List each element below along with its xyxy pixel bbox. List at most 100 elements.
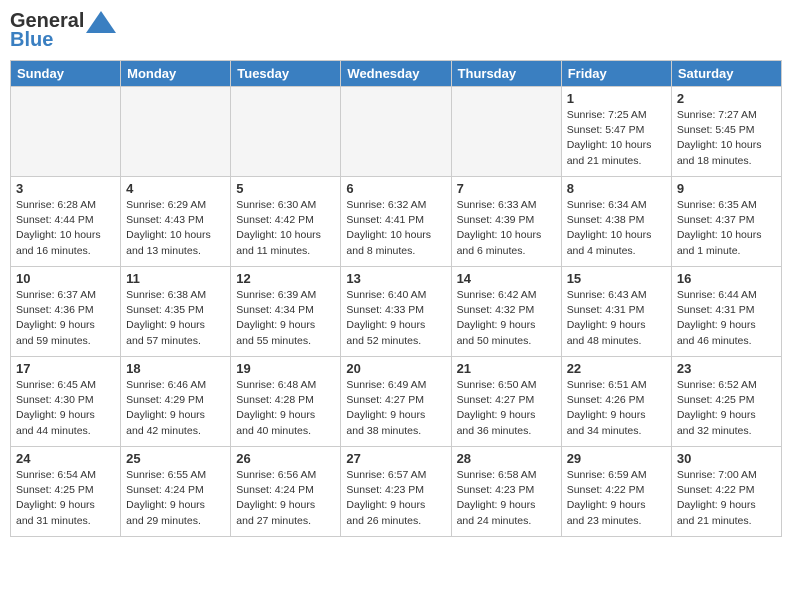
weekday-header-thursday: Thursday — [451, 61, 561, 87]
calendar-week-2: 3 Sunrise: 6:28 AMSunset: 4:44 PMDaylight… — [11, 177, 782, 267]
day-number: 16 — [677, 271, 776, 286]
day-info: Sunrise: 6:52 AMSunset: 4:25 PMDaylight:… — [677, 378, 776, 439]
calendar-cell: 14 Sunrise: 6:42 AMSunset: 4:32 PMDayligh… — [451, 267, 561, 357]
calendar-cell: 5 Sunrise: 6:30 AMSunset: 4:42 PMDaylight… — [231, 177, 341, 267]
day-number: 7 — [457, 181, 556, 196]
day-info: Sunrise: 7:27 AMSunset: 5:45 PMDaylight:… — [677, 108, 776, 169]
day-info: Sunrise: 6:28 AMSunset: 4:44 PMDaylight:… — [16, 198, 115, 259]
calendar-cell: 3 Sunrise: 6:28 AMSunset: 4:44 PMDaylight… — [11, 177, 121, 267]
day-info: Sunrise: 6:30 AMSunset: 4:42 PMDaylight:… — [236, 198, 335, 259]
day-number: 28 — [457, 451, 556, 466]
calendar-week-1: 1 Sunrise: 7:25 AMSunset: 5:47 PMDaylight… — [11, 87, 782, 177]
calendar-cell: 21 Sunrise: 6:50 AMSunset: 4:27 PMDayligh… — [451, 357, 561, 447]
weekday-header-tuesday: Tuesday — [231, 61, 341, 87]
day-number: 17 — [16, 361, 115, 376]
day-info: Sunrise: 6:54 AMSunset: 4:25 PMDaylight:… — [16, 468, 115, 529]
day-number: 10 — [16, 271, 115, 286]
calendar-cell — [341, 87, 451, 177]
calendar-cell: 6 Sunrise: 6:32 AMSunset: 4:41 PMDaylight… — [341, 177, 451, 267]
day-info: Sunrise: 6:39 AMSunset: 4:34 PMDaylight:… — [236, 288, 335, 349]
day-info: Sunrise: 6:59 AMSunset: 4:22 PMDaylight:… — [567, 468, 666, 529]
calendar-cell: 20 Sunrise: 6:49 AMSunset: 4:27 PMDayligh… — [341, 357, 451, 447]
day-number: 1 — [567, 91, 666, 106]
calendar-cell: 22Sunrise: 6:51 AMSunset: 4:26 PMDayligh… — [561, 357, 671, 447]
calendar-cell: 12 Sunrise: 6:39 AMSunset: 4:34 PMDayligh… — [231, 267, 341, 357]
day-number: 21 — [457, 361, 556, 376]
day-info: Sunrise: 7:00 AMSunset: 4:22 PMDaylight:… — [677, 468, 776, 529]
calendar-cell: 11Sunrise: 6:38 AMSunset: 4:35 PMDayligh… — [121, 267, 231, 357]
calendar-cell: 2 Sunrise: 7:27 AMSunset: 5:45 PMDaylight… — [671, 87, 781, 177]
day-info: Sunrise: 6:34 AMSunset: 4:38 PMDaylight:… — [567, 198, 666, 259]
day-number: 19 — [236, 361, 335, 376]
day-number: 23 — [677, 361, 776, 376]
calendar-cell — [231, 87, 341, 177]
day-number: 4 — [126, 181, 225, 196]
day-info: Sunrise: 6:46 AMSunset: 4:29 PMDaylight:… — [126, 378, 225, 439]
day-info: Sunrise: 6:42 AMSunset: 4:32 PMDaylight:… — [457, 288, 556, 349]
day-info: Sunrise: 7:25 AMSunset: 5:47 PMDaylight:… — [567, 108, 666, 169]
calendar-week-4: 17 Sunrise: 6:45 AMSunset: 4:30 PMDayligh… — [11, 357, 782, 447]
day-number: 26 — [236, 451, 335, 466]
calendar-cell: 8 Sunrise: 6:34 AMSunset: 4:38 PMDaylight… — [561, 177, 671, 267]
day-number: 18 — [126, 361, 225, 376]
calendar-cell: 1 Sunrise: 7:25 AMSunset: 5:47 PMDaylight… — [561, 87, 671, 177]
calendar-cell: 13Sunrise: 6:40 AMSunset: 4:33 PMDayligh… — [341, 267, 451, 357]
calendar-cell: 19 Sunrise: 6:48 AMSunset: 4:28 PMDayligh… — [231, 357, 341, 447]
day-info: Sunrise: 6:57 AMSunset: 4:23 PMDaylight:… — [346, 468, 445, 529]
calendar-cell: 25 Sunrise: 6:55 AMSunset: 4:24 PMDayligh… — [121, 447, 231, 537]
weekday-header-friday: Friday — [561, 61, 671, 87]
logo-icon — [86, 11, 116, 33]
day-info: Sunrise: 6:45 AMSunset: 4:30 PMDaylight:… — [16, 378, 115, 439]
calendar-cell: 9Sunrise: 6:35 AMSunset: 4:37 PMDaylight… — [671, 177, 781, 267]
day-number: 12 — [236, 271, 335, 286]
calendar-cell: 24Sunrise: 6:54 AMSunset: 4:25 PMDayligh… — [11, 447, 121, 537]
day-number: 8 — [567, 181, 666, 196]
day-number: 30 — [677, 451, 776, 466]
calendar-cell: 18 Sunrise: 6:46 AMSunset: 4:29 PMDayligh… — [121, 357, 231, 447]
day-info: Sunrise: 6:33 AMSunset: 4:39 PMDaylight:… — [457, 198, 556, 259]
calendar-cell: 4 Sunrise: 6:29 AMSunset: 4:43 PMDaylight… — [121, 177, 231, 267]
day-number: 6 — [346, 181, 445, 196]
day-info: Sunrise: 6:43 AMSunset: 4:31 PMDaylight:… — [567, 288, 666, 349]
day-info: Sunrise: 6:32 AMSunset: 4:41 PMDaylight:… — [346, 198, 445, 259]
calendar-cell — [451, 87, 561, 177]
day-info: Sunrise: 6:44 AMSunset: 4:31 PMDaylight:… — [677, 288, 776, 349]
day-info: Sunrise: 6:50 AMSunset: 4:27 PMDaylight:… — [457, 378, 556, 439]
calendar-table: SundayMondayTuesdayWednesdayThursdayFrid… — [10, 60, 782, 537]
day-info: Sunrise: 6:55 AMSunset: 4:24 PMDaylight:… — [126, 468, 225, 529]
calendar-cell: 15 Sunrise: 6:43 AMSunset: 4:31 PMDayligh… — [561, 267, 671, 357]
day-number: 3 — [16, 181, 115, 196]
day-number: 13 — [346, 271, 445, 286]
day-info: Sunrise: 6:49 AMSunset: 4:27 PMDaylight:… — [346, 378, 445, 439]
calendar-cell: 10 Sunrise: 6:37 AMSunset: 4:36 PMDayligh… — [11, 267, 121, 357]
day-number: 9 — [677, 181, 776, 196]
calendar-cell: 27Sunrise: 6:57 AMSunset: 4:23 PMDayligh… — [341, 447, 451, 537]
calendar-week-3: 10 Sunrise: 6:37 AMSunset: 4:36 PMDayligh… — [11, 267, 782, 357]
day-info: Sunrise: 6:58 AMSunset: 4:23 PMDaylight:… — [457, 468, 556, 529]
page-header: General Blue — [10, 10, 782, 52]
calendar-cell: 7 Sunrise: 6:33 AMSunset: 4:39 PMDaylight… — [451, 177, 561, 267]
day-number: 22 — [567, 361, 666, 376]
day-info: Sunrise: 6:37 AMSunset: 4:36 PMDaylight:… — [16, 288, 115, 349]
day-number: 2 — [677, 91, 776, 106]
calendar-cell: 30 Sunrise: 7:00 AMSunset: 4:22 PMDayligh… — [671, 447, 781, 537]
day-info: Sunrise: 6:56 AMSunset: 4:24 PMDaylight:… — [236, 468, 335, 529]
logo-blue: Blue — [10, 29, 53, 52]
calendar-cell: 17 Sunrise: 6:45 AMSunset: 4:30 PMDayligh… — [11, 357, 121, 447]
calendar-cell: 28 Sunrise: 6:58 AMSunset: 4:23 PMDayligh… — [451, 447, 561, 537]
calendar-cell: 26 Sunrise: 6:56 AMSunset: 4:24 PMDayligh… — [231, 447, 341, 537]
weekday-header-monday: Monday — [121, 61, 231, 87]
day-number: 5 — [236, 181, 335, 196]
day-number: 14 — [457, 271, 556, 286]
day-number: 15 — [567, 271, 666, 286]
day-number: 29 — [567, 451, 666, 466]
weekday-header-row: SundayMondayTuesdayWednesdayThursdayFrid… — [11, 61, 782, 87]
day-info: Sunrise: 6:29 AMSunset: 4:43 PMDaylight:… — [126, 198, 225, 259]
calendar-cell: 23 Sunrise: 6:52 AMSunset: 4:25 PMDayligh… — [671, 357, 781, 447]
day-number: 20 — [346, 361, 445, 376]
day-info: Sunrise: 6:48 AMSunset: 4:28 PMDaylight:… — [236, 378, 335, 439]
logo: General Blue — [10, 10, 116, 52]
weekday-header-saturday: Saturday — [671, 61, 781, 87]
calendar-week-5: 24Sunrise: 6:54 AMSunset: 4:25 PMDayligh… — [11, 447, 782, 537]
day-number: 25 — [126, 451, 225, 466]
